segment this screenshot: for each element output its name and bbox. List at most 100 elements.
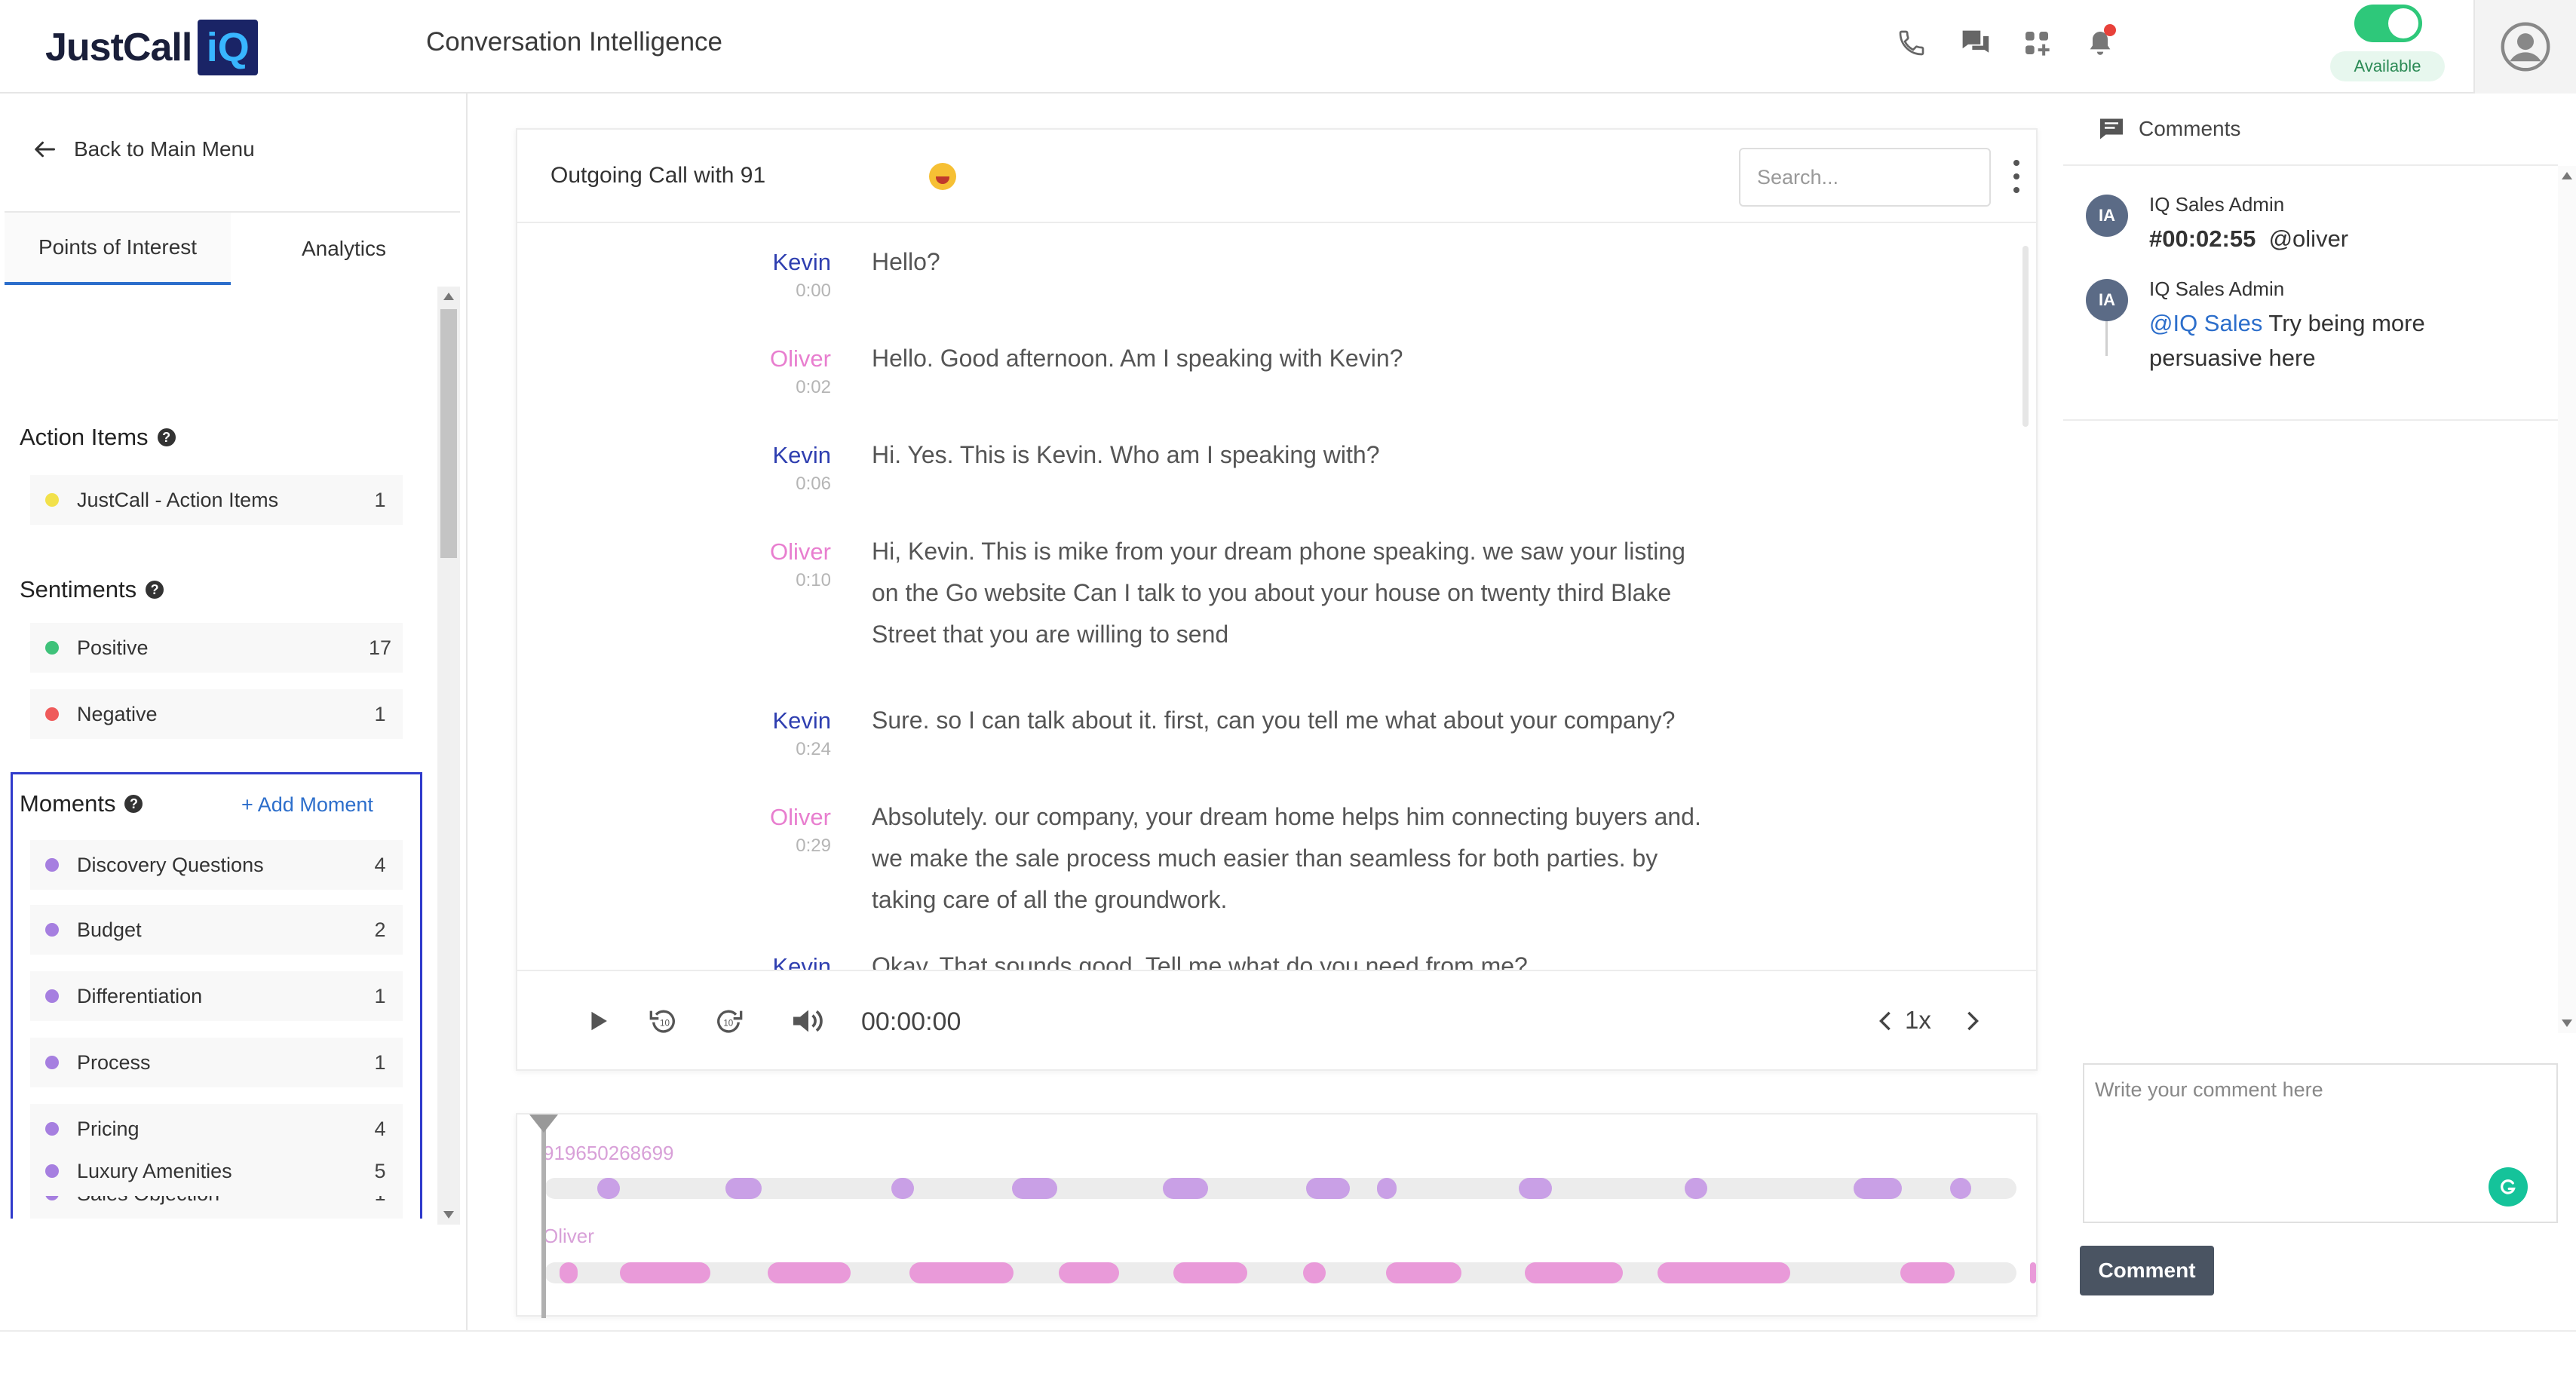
grammarly-icon[interactable] (2489, 1167, 2528, 1207)
comments-scrollbar[interactable] (2558, 166, 2576, 1033)
playback-time: 00:00:00 (861, 1007, 961, 1036)
speech-segment[interactable] (1377, 1178, 1397, 1199)
speaker-track[interactable] (544, 1178, 2016, 1199)
comment-mention[interactable]: @oliver (2269, 225, 2349, 252)
left-sidebar: Back to Main Menu Points of Interest Ana… (0, 94, 468, 1330)
chat-icon[interactable] (1955, 23, 1995, 63)
section-action-items: Action Items ? (20, 424, 176, 451)
speech-segment[interactable] (1685, 1178, 1707, 1199)
tab-analytics[interactable]: Analytics (231, 213, 457, 285)
list-item[interactable]: Differentiation 1 (30, 971, 403, 1021)
yellow-dot-icon (45, 493, 59, 507)
message-time[interactable]: 0:02 (517, 377, 831, 398)
comment-mention[interactable]: @IQ Sales (2149, 310, 2262, 336)
speech-segment[interactable] (891, 1178, 914, 1199)
scroll-down-icon[interactable] (443, 1211, 454, 1219)
tab-points-of-interest[interactable]: Points of Interest (5, 213, 231, 285)
list-item[interactable]: Discovery Questions 4 (30, 840, 403, 890)
speech-segment[interactable] (1303, 1262, 1326, 1283)
message-time[interactable]: 0:29 (517, 836, 831, 857)
comment-timestamp-link[interactable]: #00:02:55 (2149, 225, 2256, 252)
speed-decrease-button[interactable] (1866, 1001, 1905, 1041)
speech-segment[interactable] (1658, 1262, 1790, 1283)
more-options-icon[interactable] (2012, 160, 2021, 193)
help-icon[interactable]: ? (157, 428, 176, 446)
message-time[interactable]: 0:10 (517, 570, 831, 591)
scroll-down-icon[interactable] (2562, 1019, 2572, 1027)
scrollbar-thumb[interactable] (440, 309, 457, 558)
list-item[interactable]: JustCall - Action Items 1 (30, 475, 403, 525)
list-item[interactable]: Positive 17 (30, 623, 403, 673)
item-label: Discovery Questions (77, 853, 264, 876)
speech-segment[interactable] (1059, 1262, 1119, 1283)
speaker-track[interactable] (544, 1262, 2036, 1283)
speaker-name: Kevin (772, 442, 831, 468)
list-item[interactable]: Negative 1 (30, 689, 403, 739)
item-count: 17 (368, 636, 392, 659)
chevron-right-icon (1967, 1011, 1979, 1031)
apps-grid-icon[interactable] (2016, 23, 2057, 63)
list-item[interactable]: Budget 2 (30, 905, 403, 955)
avatar: IA (2086, 279, 2128, 321)
list-item[interactable]: Luxury Amenities 5 (30, 1146, 403, 1196)
item-label: Negative (77, 702, 158, 725)
comments-title: Comments (2139, 117, 2241, 140)
sidebar-scrollbar[interactable] (437, 287, 460, 1225)
list-item[interactable]: Process 1 (30, 1038, 403, 1087)
speech-segment[interactable] (1854, 1178, 1902, 1199)
play-button[interactable] (579, 1001, 618, 1041)
message-time[interactable]: 0:24 (517, 739, 831, 760)
comment-input[interactable] (2083, 1063, 2558, 1223)
speech-segment[interactable] (560, 1262, 578, 1283)
transcript-scrollbar[interactable] (2022, 246, 2029, 427)
speech-segment[interactable] (1950, 1178, 1971, 1199)
playhead[interactable] (541, 1124, 546, 1318)
help-icon[interactable]: ? (124, 795, 143, 813)
speech-segment[interactable] (1173, 1262, 1247, 1283)
speech-segment[interactable] (1306, 1178, 1350, 1199)
bell-icon[interactable] (2080, 23, 2121, 63)
user-avatar[interactable] (2473, 0, 2576, 94)
red-dot-icon (45, 707, 59, 721)
message-time[interactable]: 0:00 (517, 281, 831, 302)
speech-segment[interactable] (620, 1262, 710, 1283)
help-icon[interactable]: ? (146, 581, 164, 599)
speech-segment[interactable] (2030, 1262, 2036, 1283)
comment-author: IQ Sales Admin (2149, 193, 2285, 216)
speech-segment[interactable] (768, 1262, 851, 1283)
audio-player: 10 10 00:00:00 1x (517, 970, 2036, 1069)
speech-segment[interactable] (1386, 1262, 1461, 1283)
purple-dot-icon (45, 858, 59, 872)
message-time[interactable]: 0:06 (517, 474, 831, 495)
speech-segment[interactable] (1525, 1262, 1623, 1283)
speech-segment[interactable] (1012, 1178, 1057, 1199)
comment-submit-button[interactable]: Comment (2080, 1246, 2214, 1295)
transcript-list: Kevin 0:00 Hello? Oliver 0:02 Hello. Goo… (517, 223, 2036, 970)
speech-segment[interactable] (1163, 1178, 1208, 1199)
speech-segment[interactable] (1900, 1262, 1955, 1283)
scroll-up-icon[interactable] (443, 293, 454, 300)
speaker-name: Kevin (772, 707, 831, 734)
add-moment-button[interactable]: + Add Moment (241, 793, 373, 817)
item-count: 2 (374, 918, 386, 941)
item-count: 5 (374, 1159, 386, 1182)
volume-button[interactable] (789, 1001, 828, 1041)
item-count: 1 (374, 488, 386, 511)
forward-button[interactable]: 10 (709, 1001, 748, 1041)
app-logo[interactable]: JustCall iQ (45, 20, 259, 75)
scroll-up-icon[interactable] (2562, 172, 2572, 179)
speech-segment[interactable] (597, 1178, 620, 1199)
back-to-main-menu-link[interactable]: Back to Main Menu (33, 137, 255, 161)
speech-segment[interactable] (1519, 1178, 1552, 1199)
availability-toggle[interactable] (2354, 5, 2422, 42)
speech-segment[interactable] (909, 1262, 1014, 1283)
playhead-handle-icon[interactable] (529, 1115, 558, 1133)
rewind-button[interactable]: 10 (644, 1001, 683, 1041)
smiley-emoji-icon (929, 163, 956, 190)
speed-increase-button[interactable] (1953, 1001, 1992, 1041)
speech-segment[interactable] (725, 1178, 762, 1199)
transcript-search-input[interactable] (1739, 148, 1991, 207)
phone-icon[interactable] (1891, 23, 1932, 63)
comments-panel: Comments IA IQ Sales Admin #00:02:55 @ol… (2063, 94, 2576, 1036)
speaker-timeline[interactable]: 919650268699 Oliver (516, 1113, 2038, 1318)
